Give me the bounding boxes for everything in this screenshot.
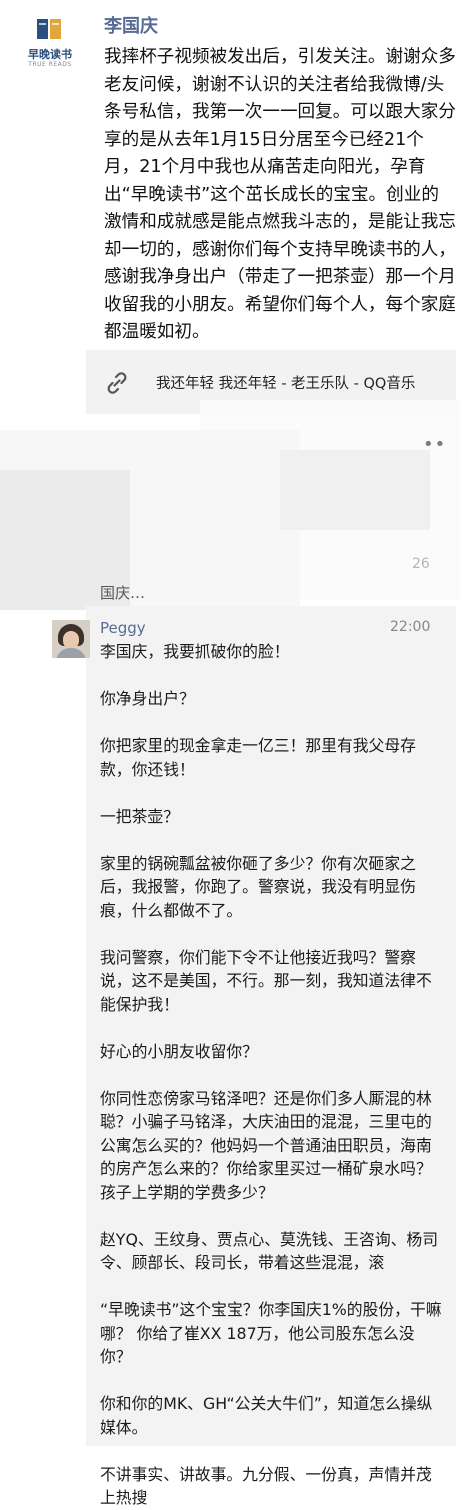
partial-comment-name: 国庆…: [100, 584, 146, 602]
avatar-face: [63, 631, 79, 649]
comment-paragraph: 你和你的MK、GH“公关大牛们”，知道怎么操纵媒体。: [100, 1394, 433, 1437]
more-dots-icon[interactable]: ••: [423, 434, 446, 455]
logo-subtitle: TRUE READS: [28, 61, 72, 68]
comment-text: 李国庆，我要抓破你的脸！ 你净身出户？ 你把家里的现金拿走一亿三！那里有我父母存…: [100, 640, 446, 1510]
comment-paragraph: 我问警察，你们能下令不让他接近我吗？警察说，这不是美国，不行。那一刻，我知道法律…: [100, 947, 432, 1014]
comment-time: 22:00: [390, 619, 431, 635]
author-avatar[interactable]: 早晚读书 TRUE READS: [22, 14, 78, 74]
comment-paragraph: 李国庆，我要抓破你的脸！: [100, 642, 290, 661]
comment-paragraph: 好心的小朋友收留你？: [100, 1041, 258, 1061]
comment-paragraph: 你把家里的现金拿走一亿三！那里有我父母存款，你还钱！: [100, 736, 416, 779]
comment-paragraph: “早晚读书”这个宝宝？你李国庆1%的股份，干嘛哪？ 你给了崔XX 187万，他公…: [100, 1300, 442, 1366]
comment-paragraph: 你净身出户？: [100, 689, 195, 708]
comment-paragraph: 赵YQ、王纹身、贾点心、莫洗钱、王咨询、杨司令、顾部长、段司长，带着这些混混，滚: [100, 1229, 439, 1273]
post-author[interactable]: 李国庆: [104, 12, 158, 38]
comment-paragraph: 家里的锅碗瓢盆被你砸了多少？你有次砸家之后，我报警，你跑了。警察说，我没有明显伤…: [100, 853, 416, 920]
link-icon: [107, 372, 127, 394]
blur-overlay: [280, 450, 430, 530]
shared-music-title: 我还年轻 我还年轻 - 老王乐队 - QQ音乐: [156, 376, 416, 392]
logo-name: 早晚读书: [28, 48, 72, 61]
post-text: 我摔杯子视频被发出后，引发关注。谢谢众多老友问候，谢谢不认识的关注者给我微博/头…: [104, 47, 456, 342]
comment-paragraph: 一把茶壶？: [100, 806, 179, 826]
avatar-body: [56, 648, 86, 658]
moments-post: 早晚读书 TRUE READS 李国庆 我摔杯子视频被发出后，引发关注。谢谢众多…: [0, 0, 468, 450]
commenter-name[interactable]: Peggy: [100, 619, 146, 637]
book-logo-icon: [37, 19, 61, 39]
comment-paragraph: 不讲事实、讲故事。九分假、一份真，声情并茂上热搜: [100, 1464, 432, 1508]
comment-paragraph: 你同性恋傍家马铭泽吧？还是你们多人厮混的林聪？小骗子马铭泽，大庆油田的混混，三里…: [100, 1088, 432, 1202]
commenter-avatar[interactable]: [52, 620, 90, 658]
partial-timestamp: 26: [412, 556, 430, 572]
